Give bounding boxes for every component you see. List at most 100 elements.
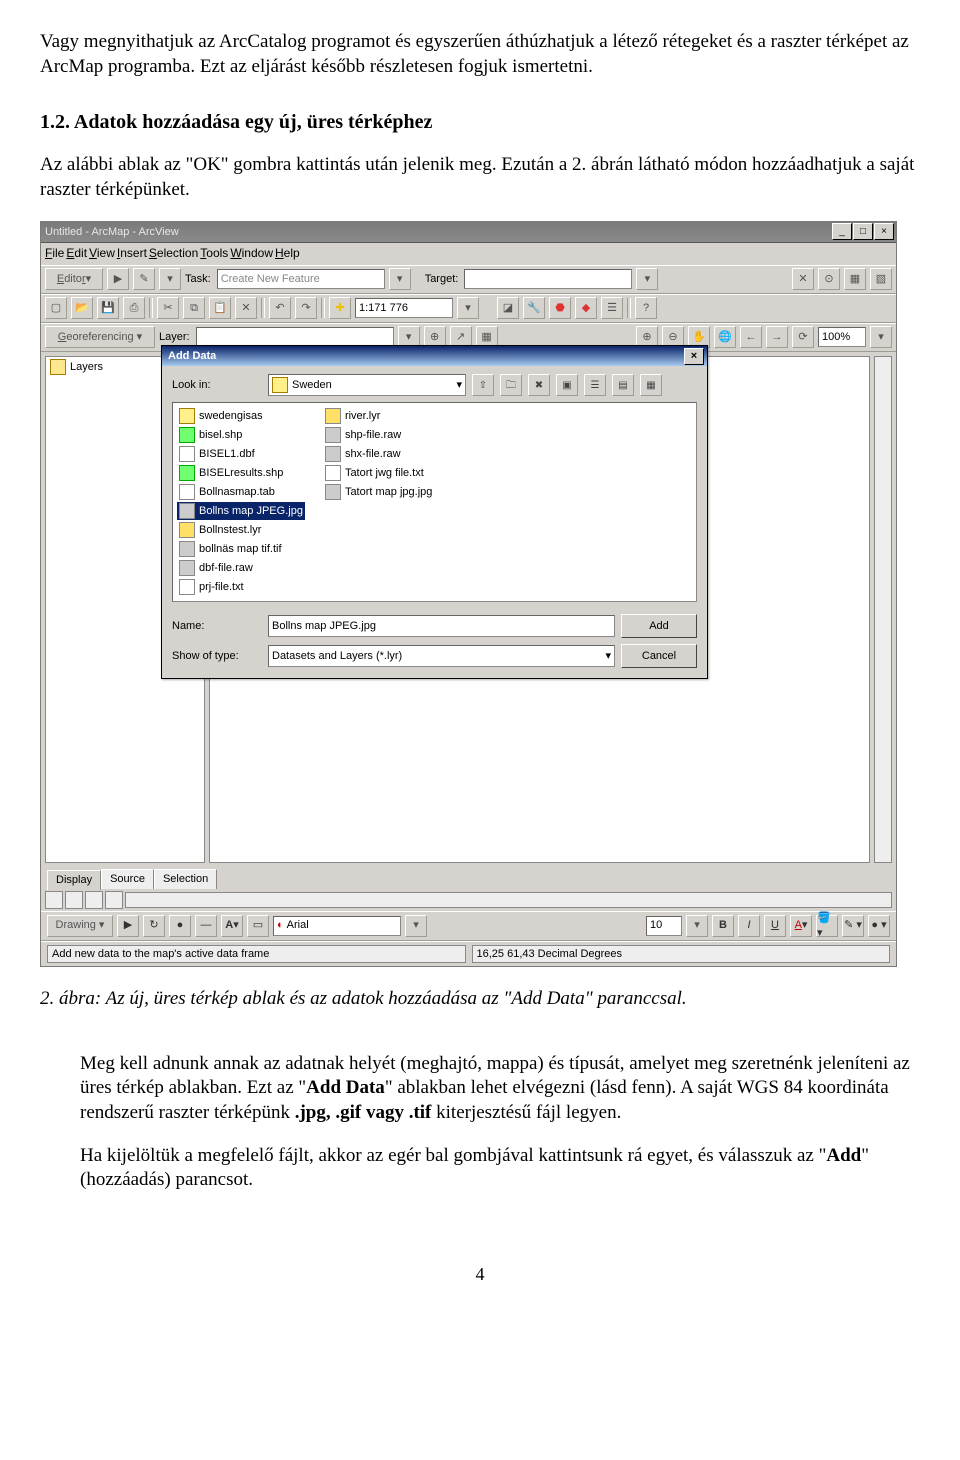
redo-icon[interactable]: ↷: [295, 297, 317, 319]
tool-down-icon[interactable]: ▾: [159, 268, 181, 290]
data-view-icon[interactable]: [45, 891, 63, 909]
fill-color-icon[interactable]: 🪣 ▾: [816, 915, 838, 937]
file-item[interactable]: Bollnasmap.tab: [177, 483, 305, 501]
text-a-icon[interactable]: A ▾: [221, 915, 243, 937]
file-item[interactable]: bisel.shp: [177, 426, 305, 444]
task-drop-icon[interactable]: ▾: [389, 268, 411, 290]
save-icon[interactable]: 💾: [97, 297, 119, 319]
maximize-button[interactable]: □: [853, 223, 873, 240]
rotate-icon[interactable]: ↻: [143, 915, 165, 937]
grid-icon[interactable]: ▦: [844, 268, 866, 290]
file-item[interactable]: BISEL1.dbf: [177, 445, 305, 463]
fwd-extent-icon[interactable]: →: [766, 326, 788, 348]
menu-tools[interactable]: Tools: [200, 246, 228, 262]
add-data-icon[interactable]: ✚: [329, 297, 351, 319]
refresh-icon[interactable]: ⟳: [792, 326, 814, 348]
undo-icon[interactable]: ↶: [269, 297, 291, 319]
target-select[interactable]: [464, 269, 632, 289]
thumb-view-icon[interactable]: ▦: [640, 374, 662, 396]
target-drop-icon[interactable]: ▾: [636, 268, 658, 290]
paste-icon[interactable]: 📋: [209, 297, 231, 319]
connect-folder-icon[interactable]: 🗀: [500, 374, 522, 396]
menu-edit[interactable]: Edit: [66, 246, 87, 262]
editor-dropdown[interactable]: Editor ▾: [45, 268, 103, 290]
menu-insert[interactable]: Insert: [117, 246, 147, 262]
tool-4-icon[interactable]: ◆: [575, 297, 597, 319]
minimize-button[interactable]: _: [832, 223, 852, 240]
scale-drop-icon[interactable]: ▾: [457, 297, 479, 319]
copy-icon[interactable]: ⧉: [183, 297, 205, 319]
add-button[interactable]: Add: [621, 614, 697, 638]
italic-icon[interactable]: I: [738, 915, 760, 937]
line-icon[interactable]: —: [195, 915, 217, 937]
cut-icon[interactable]: ✂: [157, 297, 179, 319]
marker-color-icon[interactable]: ● ▾: [868, 915, 890, 937]
underline-icon[interactable]: U: [764, 915, 786, 937]
sketch2-icon[interactable]: ▧: [870, 268, 892, 290]
menu-window[interactable]: Window: [230, 246, 273, 262]
whats-this-icon[interactable]: ?: [635, 297, 657, 319]
tab-source[interactable]: Source: [101, 869, 154, 888]
scale-input[interactable]: 1:171 776: [355, 298, 453, 318]
tool-5-icon[interactable]: ☰: [601, 297, 623, 319]
list-view-icon[interactable]: ☰: [584, 374, 606, 396]
marker-icon[interactable]: ●: [169, 915, 191, 937]
georef-dropdown[interactable]: Georeferencing ▾: [45, 326, 155, 348]
file-item[interactable]: shp-file.raw: [323, 426, 434, 444]
pause-draw-icon[interactable]: [105, 891, 123, 909]
file-item[interactable]: Tatort jwg file.txt: [323, 464, 434, 482]
tab-selection[interactable]: Selection: [154, 869, 217, 888]
vertical-scrollbar[interactable]: [874, 356, 892, 863]
select-icon[interactable]: ▶: [117, 915, 139, 937]
file-item[interactable]: shx-file.raw: [323, 445, 434, 463]
file-item[interactable]: dbf-file.raw: [177, 559, 305, 577]
layer-select[interactable]: [196, 327, 394, 347]
disconnect-icon[interactable]: ✖: [528, 374, 550, 396]
menu-file[interactable]: File: [45, 246, 64, 262]
type-select[interactable]: Datasets and Layers (*.lyr) ▾: [268, 645, 615, 667]
file-item[interactable]: river.lyr: [323, 407, 434, 425]
horizontal-scrollbar[interactable]: [125, 892, 892, 908]
details-view-icon[interactable]: ▤: [612, 374, 634, 396]
new-icon[interactable]: ▢: [45, 297, 67, 319]
menu-selection[interactable]: Selection: [149, 246, 198, 262]
file-list[interactable]: swedengisasbisel.shpBISEL1.dbfBISELresul…: [172, 402, 697, 602]
pointer-icon[interactable]: ▶: [107, 268, 129, 290]
full-extent-icon[interactable]: 🌐: [714, 326, 736, 348]
file-item[interactable]: Bollnstest.lyr: [177, 521, 305, 539]
bold-icon[interactable]: B: [712, 915, 734, 937]
tab-display[interactable]: Display: [47, 870, 101, 889]
size-drop-icon[interactable]: ▾: [686, 915, 708, 937]
up-one-level-icon[interactable]: ⇧: [472, 374, 494, 396]
file-item[interactable]: bollnäs map tif.tif: [177, 540, 305, 558]
font-select[interactable]: ◐ Arial: [273, 916, 401, 936]
print-icon[interactable]: ⎙: [123, 297, 145, 319]
menu-view[interactable]: View: [89, 246, 115, 262]
new-group-icon[interactable]: ▣: [556, 374, 578, 396]
file-item[interactable]: BISELresults.shp: [177, 464, 305, 482]
delete-icon[interactable]: ✕: [235, 297, 257, 319]
file-item[interactable]: Tatort map jpg.jpg: [323, 483, 434, 501]
file-item[interactable]: Bollns map JPEG.jpg: [177, 502, 305, 520]
tool-1-icon[interactable]: ◪: [497, 297, 519, 319]
refresh-view-icon[interactable]: [85, 891, 103, 909]
file-item[interactable]: swedengisas: [177, 407, 305, 425]
lookin-select[interactable]: Sweden ▾: [268, 374, 466, 396]
font-size-input[interactable]: 10: [646, 916, 682, 936]
dialog-close-button[interactable]: ×: [684, 348, 704, 365]
task-select[interactable]: Create New Feature: [217, 269, 385, 289]
cancel-button[interactable]: Cancel: [621, 644, 697, 668]
name-input[interactable]: Bollns map JPEG.jpg: [268, 615, 615, 637]
tool-3-icon[interactable]: ⬣: [549, 297, 571, 319]
zoom-pct-drop-icon[interactable]: ▾: [870, 326, 892, 348]
line-color-icon[interactable]: ✎ ▾: [842, 915, 864, 937]
back-extent-icon[interactable]: ←: [740, 326, 762, 348]
file-item[interactable]: prj-file.txt: [177, 578, 305, 596]
close-button[interactable]: ×: [874, 223, 894, 240]
menu-help[interactable]: Help: [275, 246, 300, 262]
tool-2-icon[interactable]: 🔧: [523, 297, 545, 319]
drawing-dropdown[interactable]: Drawing ▾: [47, 915, 113, 937]
sketch-icon[interactable]: ✕: [792, 268, 814, 290]
pencil-icon[interactable]: ✎: [133, 268, 155, 290]
zoom-pct[interactable]: 100%: [818, 327, 866, 347]
